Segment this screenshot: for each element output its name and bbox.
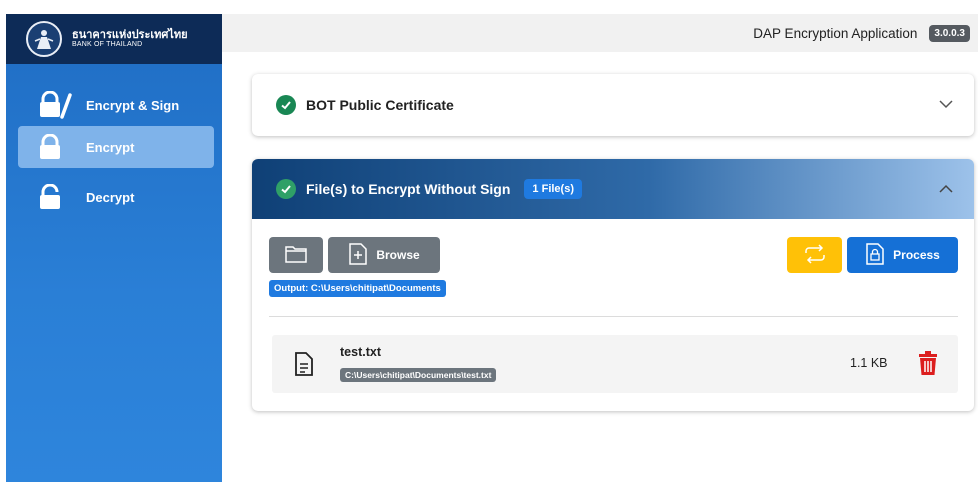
browse-button[interactable]: Browse — [328, 237, 440, 273]
check-circle-icon — [276, 179, 296, 199]
trash-icon[interactable] — [917, 351, 939, 375]
file-path-badge: C:\Users\chitipat\Documents\test.txt — [340, 368, 497, 382]
brand-bar: ธนาคารแห่งประเทศไทย BANK OF THAILAND — [6, 14, 222, 64]
sidebar: ธนาคารแห่งประเทศไทย BANK OF THAILAND Enc… — [6, 14, 222, 482]
sidebar-item-label: Encrypt — [86, 139, 135, 155]
unlock-icon — [38, 182, 72, 212]
lock-sign-icon — [38, 90, 72, 120]
output-path-badge: Output: C:\Users\chitipat\Documents — [269, 280, 446, 297]
files-panel: File(s) to Encrypt Without Sign 1 File(s… — [252, 159, 974, 411]
chevron-up-icon[interactable] — [938, 181, 954, 197]
process-label: Process — [893, 248, 940, 262]
file-list-item: test.txt C:\Users\chitipat\Documents\tes… — [272, 335, 958, 393]
brand-name-english: BANK OF THAILAND — [72, 41, 143, 49]
file-size: 1.1 KB — [850, 356, 888, 370]
sidebar-item-label: Decrypt — [86, 189, 135, 205]
add-file-icon — [348, 242, 368, 269]
chevron-down-icon[interactable] — [938, 96, 954, 112]
file-count-badge: 1 File(s) — [524, 179, 582, 199]
select-folder-button[interactable] — [269, 237, 323, 273]
top-header: DAP Encryption Application 3.0.0.3 — [222, 14, 978, 52]
process-button[interactable]: Process — [847, 237, 958, 273]
divider — [269, 316, 958, 317]
brand-name-thai: ธนาคารแห่งประเทศไทย — [72, 29, 188, 42]
bot-seal-logo — [26, 21, 62, 57]
swap-button[interactable] — [787, 237, 842, 273]
app-title: DAP Encryption Application — [753, 25, 918, 41]
lock-file-icon — [865, 242, 885, 269]
version-badge: 3.0.0.3 — [929, 24, 970, 42]
files-panel-title: File(s) to Encrypt Without Sign — [306, 181, 511, 197]
brand-name: ธนาคารแห่งประเทศไทย BANK OF THAILAND — [72, 29, 188, 49]
text-file-icon — [294, 351, 314, 377]
browse-label: Browse — [376, 248, 420, 262]
swap-arrows-icon — [802, 243, 828, 267]
sidebar-item-decrypt[interactable]: Decrypt — [18, 176, 214, 218]
app-window: ธนาคารแห่งประเทศไทย BANK OF THAILAND Enc… — [0, 0, 978, 482]
check-circle-icon — [276, 95, 296, 115]
sidebar-item-encrypt-sign[interactable]: Encrypt & Sign — [18, 84, 214, 126]
certificate-panel[interactable]: BOT Public Certificate — [252, 74, 974, 136]
files-panel-header[interactable]: File(s) to Encrypt Without Sign 1 File(s… — [252, 159, 974, 219]
sidebar-item-encrypt[interactable]: Encrypt — [18, 126, 214, 168]
folder-icon — [284, 244, 308, 267]
lock-icon — [38, 132, 72, 162]
certificate-panel-title: BOT Public Certificate — [306, 97, 454, 113]
sidebar-item-label: Encrypt & Sign — [86, 97, 180, 113]
file-name: test.txt — [340, 345, 381, 359]
